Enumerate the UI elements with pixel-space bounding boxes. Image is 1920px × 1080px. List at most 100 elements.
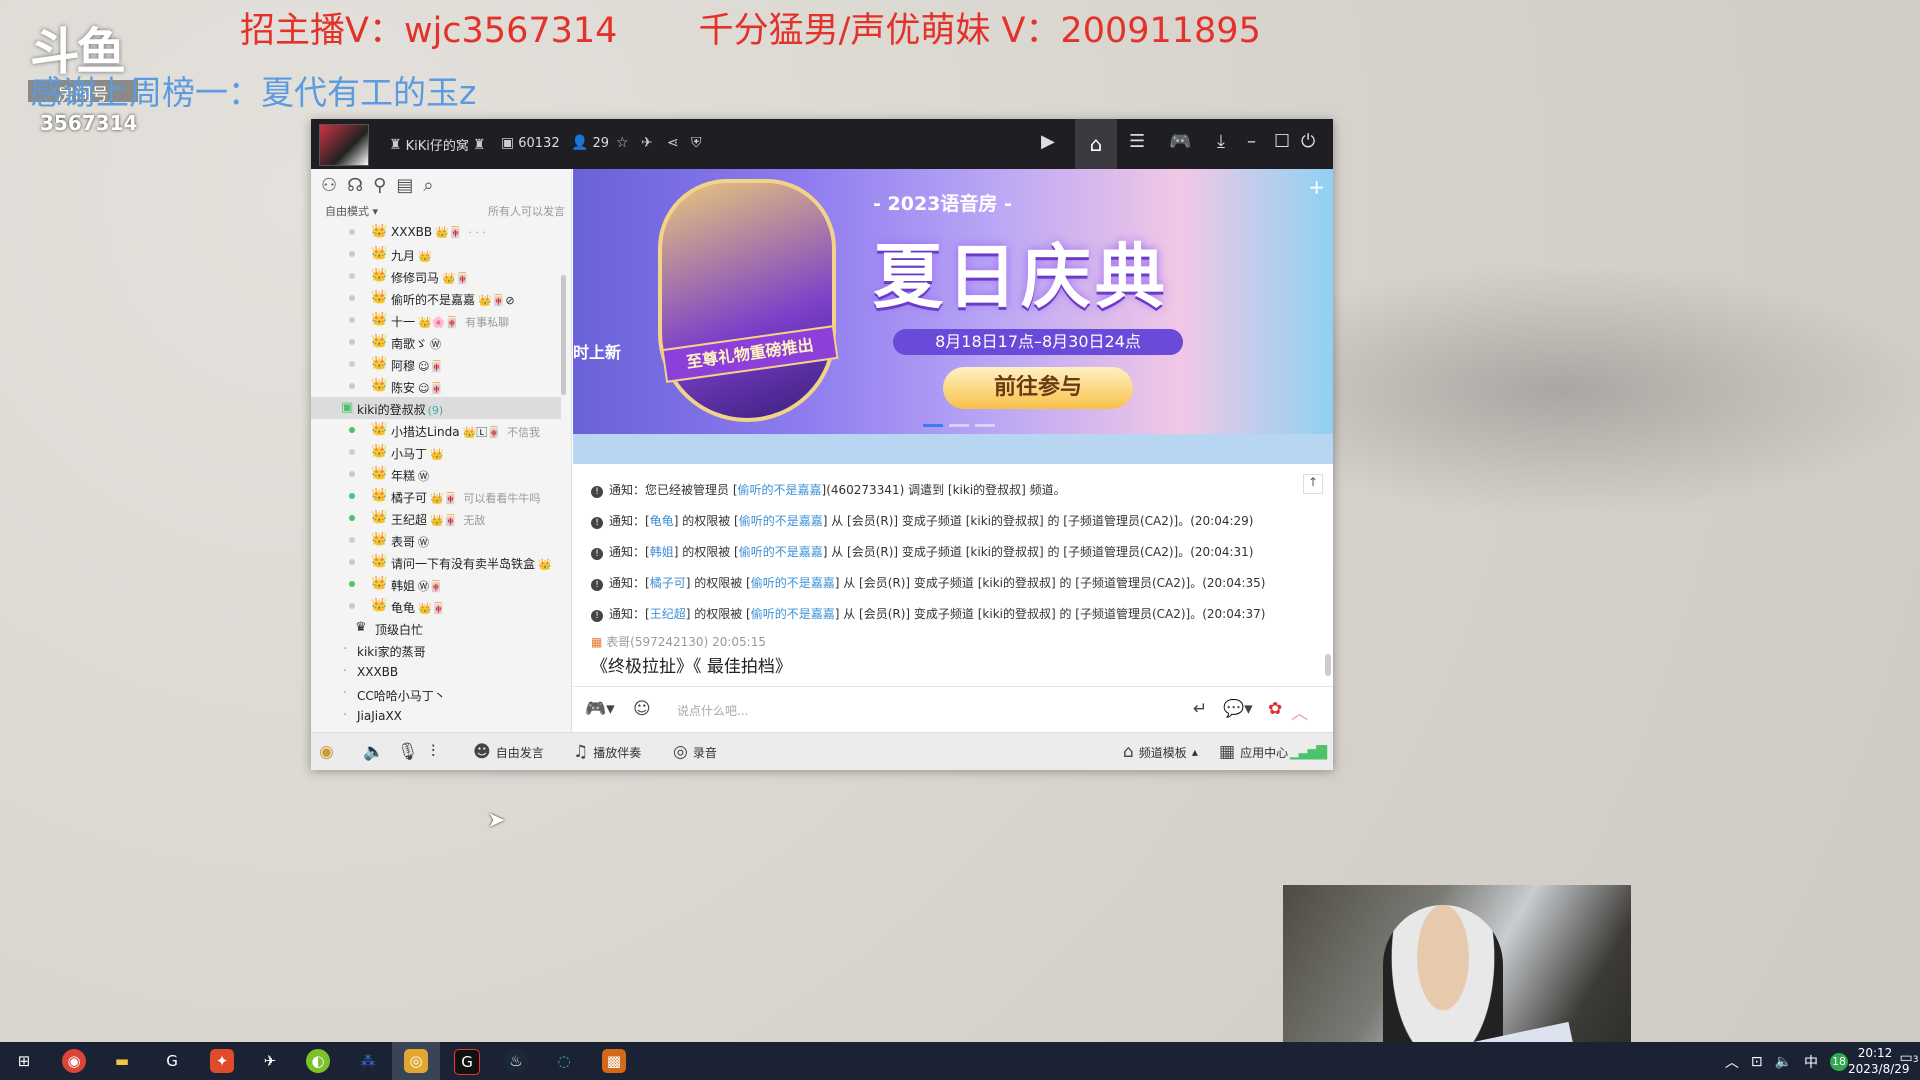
- folder-icon[interactable]: ▬: [110, 1049, 134, 1073]
- user-link[interactable]: 王纪超: [650, 607, 686, 621]
- message-scrollbar[interactable]: [1325, 654, 1331, 676]
- app-center-button[interactable]: ▦ 应用中心: [1219, 742, 1288, 762]
- list-item[interactable]: 👑 陈安 ☺🀄: [311, 375, 561, 397]
- notes-icon[interactable]: ▤: [396, 175, 413, 196]
- user-link[interactable]: 橘子可: [650, 576, 686, 590]
- orange-app-icon[interactable]: ▩: [602, 1049, 626, 1073]
- list-item[interactable]: 👑 龟龟 👑🀄: [311, 595, 561, 617]
- list-item[interactable]: 👑 九月 👑: [311, 243, 561, 265]
- list-item[interactable]: 👑 阿穆 ☺🀄: [311, 353, 561, 375]
- user-icon[interactable]: ⚇: [321, 175, 337, 196]
- notification-button[interactable]: ▭3: [1898, 1050, 1920, 1072]
- network-icon[interactable]: ⊡: [1751, 1054, 1763, 1070]
- tray-badge[interactable]: 18: [1830, 1053, 1848, 1071]
- list-item[interactable]: 👑 年糕 Ⓦ: [311, 463, 561, 485]
- channel-template-button[interactable]: ⌂ 频道模板 ▴: [1123, 742, 1198, 762]
- user-link[interactable]: 偷听的不是嘉嘉: [738, 483, 822, 497]
- carousel-dot[interactable]: [923, 424, 943, 427]
- channel-avatar[interactable]: [319, 124, 369, 166]
- list-item[interactable]: 👑 橘子可 👑🀄 可以看看牛牛吗: [311, 485, 561, 507]
- headset-icon[interactable]: ☊: [347, 175, 363, 196]
- record-button[interactable]: ◎ 录音: [673, 742, 717, 762]
- user-link[interactable]: 偷听的不是嘉嘉: [739, 545, 823, 559]
- list-item[interactable]: 👑 小措达Linda 👑🄻🀄 不信我: [311, 419, 561, 441]
- steam-icon[interactable]: ♨: [504, 1049, 528, 1073]
- carousel-dot[interactable]: [949, 424, 969, 427]
- search-icon[interactable]: ⌕: [423, 175, 433, 196]
- enter-icon[interactable]: ↵: [1193, 699, 1207, 719]
- speaker-button[interactable]: 🔈: [363, 742, 384, 762]
- list-item[interactable]: 👑 偷听的不是嘉嘉 👑🀄⊘: [311, 287, 561, 309]
- blue-app-icon[interactable]: ⁂: [356, 1049, 380, 1073]
- list-item[interactable]: 👑 南歌ゞ Ⓦ: [311, 331, 561, 353]
- sender-name[interactable]: 表哥(597242130): [606, 635, 708, 649]
- music-button[interactable]: ♫ 播放伴奏: [573, 742, 641, 762]
- group-item[interactable]: · kiki家的蒸哥: [311, 639, 561, 661]
- clock[interactable]: 20:12 2023/8/29: [1848, 1045, 1910, 1077]
- chevron-up-icon[interactable]: ︿: [1291, 699, 1308, 724]
- location-icon[interactable]: ⚲: [373, 175, 386, 196]
- chrome-icon[interactable]: ◉: [62, 1049, 86, 1073]
- group-item[interactable]: · JiaJiaXX: [311, 705, 561, 727]
- minimize-button[interactable]: –: [1247, 131, 1256, 152]
- channel-name[interactable]: ♜ KiKi仔的窝 ♜: [389, 135, 485, 155]
- member-list: 👑 XXXBB 👑🀄 · · · 👑 九月 👑 👑 修修司马 👑🀄 👑 偷听的不是嘉嘉 👑🀄⊘ 👑…: [311, 221, 561, 727]
- chat-input[interactable]: 说点什么吧...: [677, 702, 748, 719]
- microphone-button[interactable]: 🎙: [397, 742, 419, 762]
- share-button[interactable]: ⋖: [667, 135, 679, 151]
- list-item[interactable]: 👑 XXXBB 👑🀄 · · ·: [311, 221, 561, 243]
- list-item[interactable]: 👑 小马丁 👑: [311, 441, 561, 463]
- flower-icon[interactable]: ✿: [1268, 699, 1282, 719]
- gamepad-icon: 🎮: [1169, 131, 1192, 152]
- group-item[interactable]: · XXXBB: [311, 661, 561, 683]
- video-button[interactable]: ▶: [1041, 131, 1055, 152]
- free-speak-button[interactable]: ☻ 自由发言: [473, 742, 544, 762]
- join-event-button[interactable]: 前往参与: [943, 367, 1133, 409]
- mode-dropdown[interactable]: 自由模式 ▾: [325, 205, 378, 218]
- download-button[interactable]: ⤓: [1217, 131, 1225, 152]
- g-hub-icon[interactable]: G: [454, 1049, 480, 1075]
- scroll-top-button[interactable]: ↑: [1303, 474, 1323, 494]
- game-tab[interactable]: 🎮: [1169, 131, 1191, 152]
- carousel-dot[interactable]: [975, 424, 995, 427]
- member-list-scrollbar[interactable]: [561, 275, 566, 395]
- list-item[interactable]: 👑 十一 👑🌸🀄 有事私聊: [311, 309, 561, 331]
- list-tab[interactable]: ☰: [1129, 131, 1145, 152]
- gamepad-icon[interactable]: 🎮▾: [585, 699, 615, 719]
- speech-bubble-icon[interactable]: 💬▾: [1223, 699, 1253, 719]
- favorite-button[interactable]: ☆: [616, 135, 629, 151]
- yy-owl-icon[interactable]: ◎: [404, 1049, 428, 1073]
- maximize-button[interactable]: ☐: [1274, 131, 1290, 152]
- windows-start-icon[interactable]: ⊞: [12, 1049, 36, 1073]
- user-link[interactable]: 偷听的不是嘉嘉: [751, 576, 835, 590]
- group-item[interactable]: · CC哈哈小马丁丶: [311, 683, 561, 705]
- app-g-icon[interactable]: G: [160, 1049, 184, 1073]
- green-app-icon[interactable]: ◐: [306, 1049, 330, 1073]
- ime-indicator[interactable]: 中: [1804, 1052, 1818, 1072]
- emoji-icon[interactable]: ☺: [633, 699, 651, 719]
- bird-app-icon[interactable]: ✦: [210, 1049, 234, 1073]
- home-tab[interactable]: ⌂: [1075, 119, 1117, 169]
- summer-event-banner[interactable]: 时上新 至尊礼物重磅推出 - 2023语音房 - 夏日庆典 8月18日17点–8…: [573, 169, 1333, 434]
- feather-app-icon[interactable]: ✈: [258, 1049, 282, 1073]
- chevron-up-icon[interactable]: ︿: [1725, 1052, 1739, 1072]
- user-link[interactable]: 龟龟: [650, 514, 674, 528]
- plane-button[interactable]: ✈: [641, 135, 653, 151]
- list-item[interactable]: 👑 韩姐 Ⓦ🀄: [311, 573, 561, 595]
- list-item[interactable]: 👑 修修司马 👑🀄: [311, 265, 561, 287]
- add-icon[interactable]: +: [1308, 175, 1325, 199]
- swirl-app-icon[interactable]: ◌: [552, 1049, 576, 1073]
- mixer-button[interactable]: ⫶: [431, 742, 435, 762]
- user-link[interactable]: 偷听的不是嘉嘉: [739, 514, 823, 528]
- user-link[interactable]: 韩姐: [650, 545, 674, 559]
- shield-button[interactable]: ⛨: [691, 135, 702, 151]
- user-link[interactable]: 偷听的不是嘉嘉: [751, 607, 835, 621]
- mascot-button[interactable]: ◉: [319, 742, 334, 762]
- list-item[interactable]: 👑 请问一下有没有卖半岛铁盒 👑: [311, 551, 561, 573]
- list-item[interactable]: 👑 表哥 Ⓦ: [311, 529, 561, 551]
- volume-icon[interactable]: 🔈: [1775, 1054, 1792, 1070]
- subchannel-item[interactable]: ▣ kiki的登叔叔 (9): [311, 397, 561, 419]
- list-item[interactable]: 👑 王纪超 👑🀄 无敌: [311, 507, 561, 529]
- group-item[interactable]: ♛ 顶级白忙: [311, 617, 561, 639]
- power-button[interactable]: ⏻: [1301, 131, 1315, 152]
